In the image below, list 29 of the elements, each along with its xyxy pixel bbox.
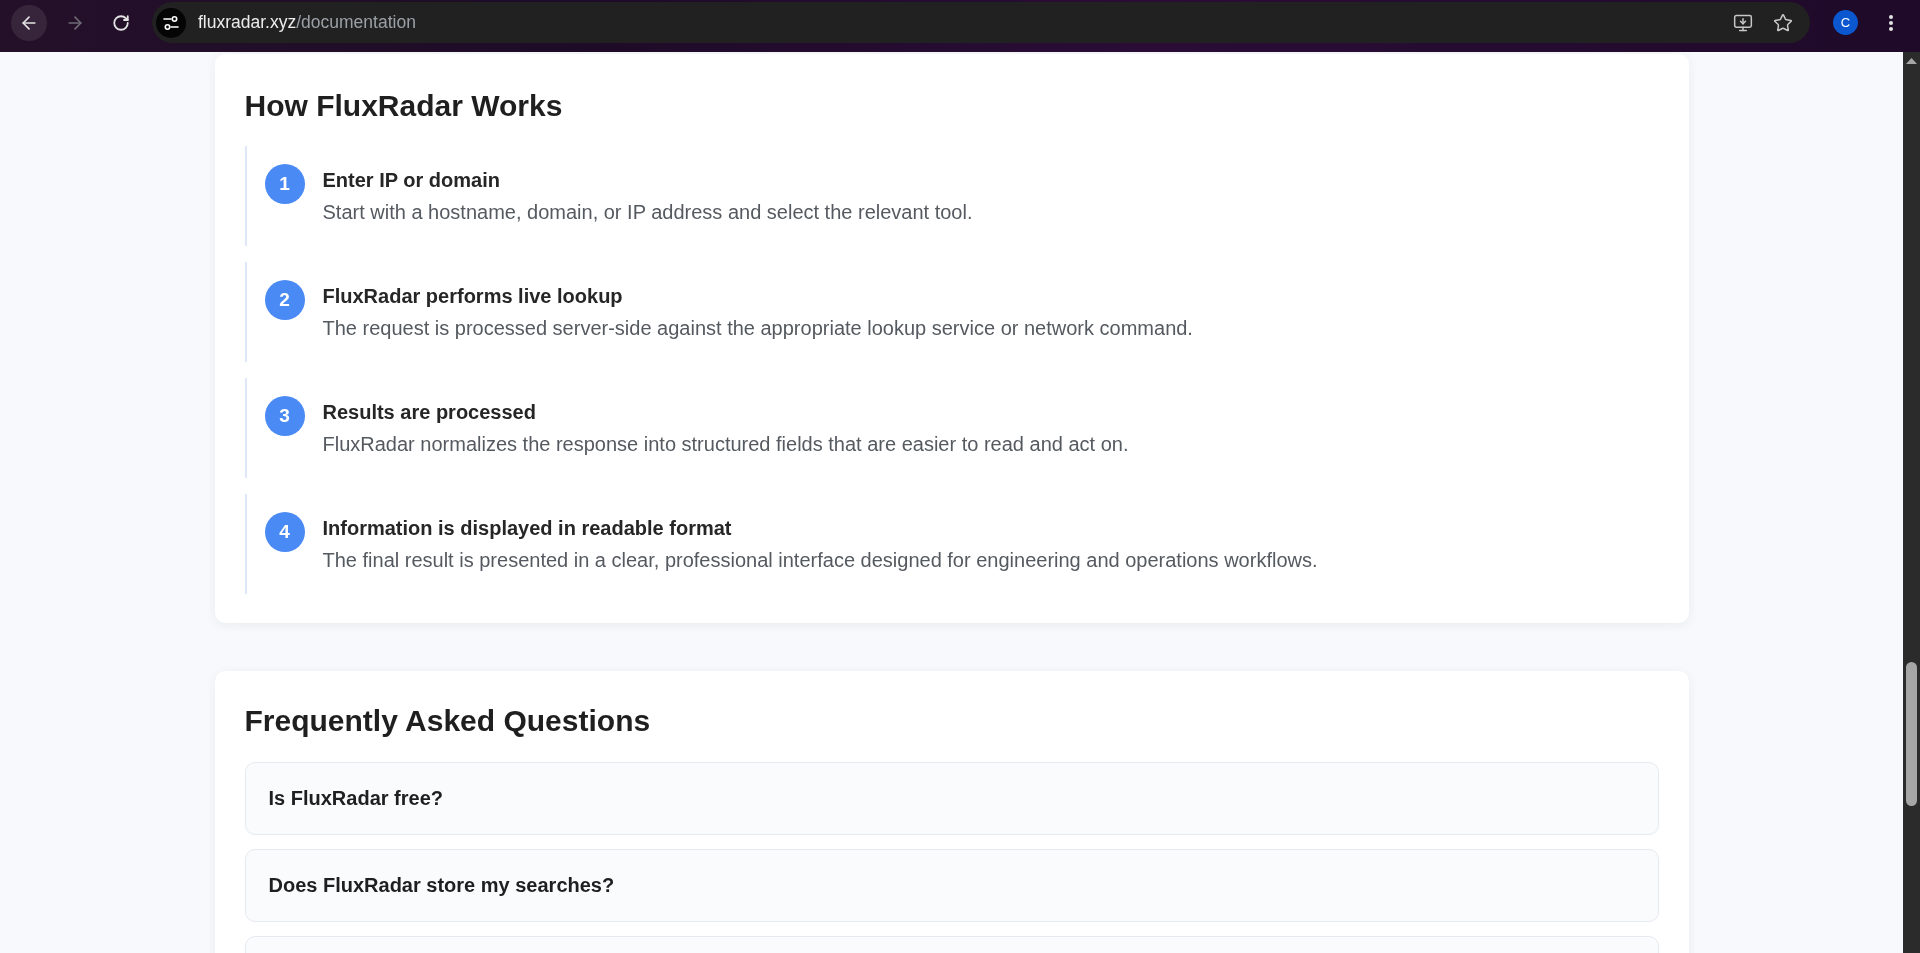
address-bar[interactable]: fluxradar.xyz/documentation: [152, 2, 1810, 43]
section-heading: How FluxRadar Works: [244, 88, 564, 124]
step-description: The request is processed server-side against the appropriate lookup service or network command.: [322, 316, 1193, 341]
scroll-up-icon[interactable]: [1906, 58, 1917, 64]
more-menu-icon: [1889, 14, 1893, 31]
step-description: The final result is presented in a clear, professional interface designed for engineering and operations workflows.: [322, 548, 1318, 573]
step-number: 2: [264, 280, 305, 320]
profile-avatar[interactable]: C: [1833, 10, 1858, 35]
bookmark-star-icon[interactable]: [1773, 12, 1793, 33]
back-button[interactable]: [11, 4, 47, 41]
url-text: fluxradar.xyz/documentation: [198, 12, 416, 33]
step-number: 3: [264, 396, 305, 436]
install-app-icon[interactable]: [1733, 12, 1753, 33]
step-description: FluxRadar normalizes the response into structured fields that are easier to read and act on.: [322, 432, 1129, 457]
scrollbar[interactable]: [1903, 52, 1920, 953]
step-title: FluxRadar performs live lookup: [322, 284, 624, 308]
step-number: 4: [264, 512, 305, 552]
site-info-button[interactable]: [156, 7, 186, 38]
step-title: Information is displayed in readable format: [322, 516, 733, 540]
step-title: Results are processed: [322, 400, 537, 424]
step-title: Enter IP or domain: [322, 168, 501, 192]
step-number: 1: [264, 164, 305, 204]
site-settings-icon: [163, 15, 179, 30]
scrollbar-thumb[interactable]: [1906, 662, 1917, 806]
section-heading: Frequently Asked Questions: [244, 703, 652, 739]
faq-item[interactable]: Does FluxRadar store my searches?: [244, 849, 1659, 922]
step-description: Start with a hostname, domain, or IP address and select the relevant tool.: [322, 200, 973, 225]
reload-icon: [112, 13, 130, 32]
faq-item[interactable]: Is FluxRadar free?: [244, 762, 1659, 835]
